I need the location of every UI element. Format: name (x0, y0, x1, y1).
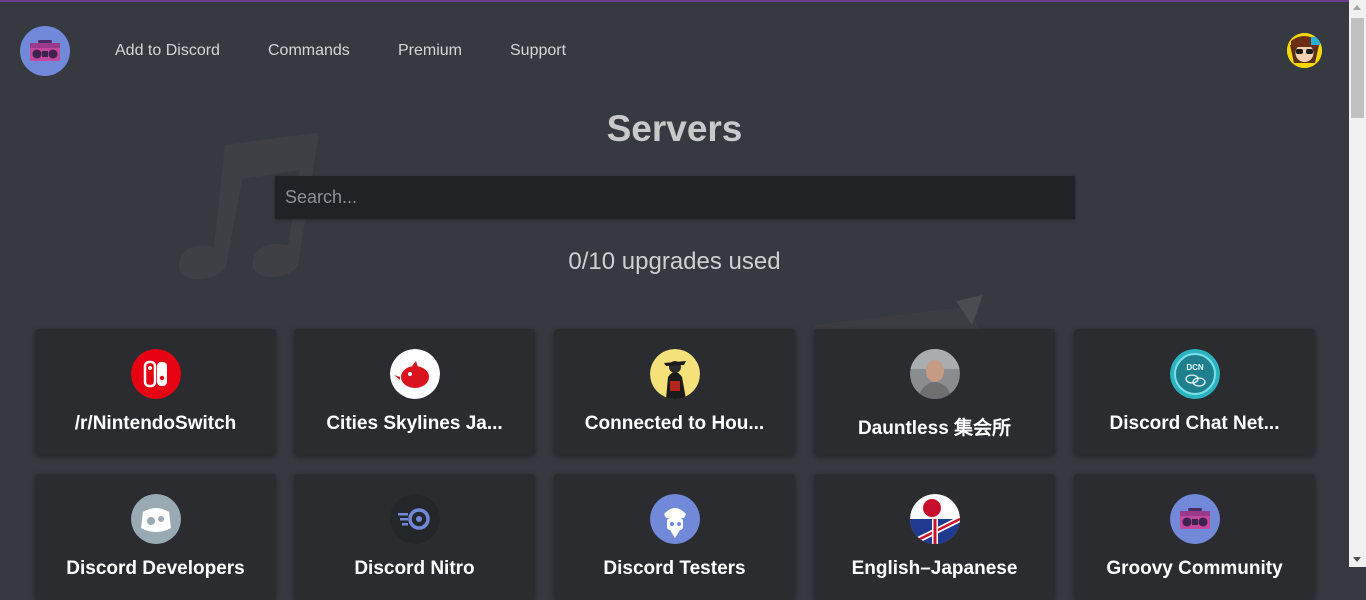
page-title: Servers (606, 108, 743, 149)
server-name: English–Japanese (851, 558, 1018, 579)
scrollbar-thumb[interactable] (1351, 18, 1364, 118)
server-name: Discord Developers (66, 558, 245, 579)
server-card[interactable]: Dauntless 集会所 (814, 329, 1055, 455)
server-card[interactable]: Connected to Hou... (554, 329, 795, 455)
scroll-up-arrow-icon[interactable] (1353, 5, 1361, 10)
server-card[interactable]: English–Japanese (814, 474, 1055, 600)
server-card[interactable]: Discord Nitro (294, 474, 535, 600)
server-name: Cities Skylines Ja... (326, 413, 503, 434)
nav-premium[interactable]: Premium (398, 42, 462, 60)
server-card[interactable]: /r/NintendoSwitch (35, 329, 276, 455)
server-name: Discord Testers (603, 558, 746, 579)
red-bird-icon (390, 349, 440, 399)
scroll-down-arrow-icon[interactable] (1353, 557, 1361, 562)
nav-support[interactable]: Support (510, 42, 566, 60)
vertical-scrollbar[interactable] (1349, 0, 1366, 567)
server-name: Discord Chat Net... (1109, 413, 1280, 434)
discord-tester-icon (650, 494, 700, 544)
server-name: /r/NintendoSwitch (74, 413, 237, 434)
server-card[interactable]: Groovy Community (1074, 474, 1315, 600)
dcn-icon: DCN (1170, 349, 1220, 399)
server-search-input[interactable] (275, 176, 1075, 219)
nav-add-to-discord[interactable]: Add to Discord (115, 42, 220, 60)
nav-commands[interactable]: Commands (268, 42, 350, 60)
svg-text:DCN: DCN (1186, 363, 1204, 372)
user-avatar[interactable] (1287, 33, 1322, 68)
server-name: Discord Nitro (354, 558, 475, 579)
boombox-logo[interactable] (20, 26, 70, 76)
server-name: Dauntless 集会所 (857, 418, 1012, 439)
server-name: Groovy Community (1106, 558, 1283, 579)
user-avatar-icon (1287, 33, 1322, 68)
person-photo-icon (910, 349, 960, 399)
boombox-icon (1170, 494, 1220, 544)
upgrades-used-status: 0/10 upgrades used (568, 248, 781, 275)
boombox-icon (30, 40, 60, 61)
server-card[interactable]: Discord Testers (554, 474, 795, 600)
uk-japan-flag-icon (910, 494, 960, 544)
discord-gears-icon (131, 494, 181, 544)
server-card[interactable]: Cities Skylines Ja... (294, 329, 535, 455)
top-navigation: Add to Discord Commands Premium Support (0, 2, 1349, 100)
nitro-icon (390, 494, 440, 544)
server-card[interactable]: DCN Discord Chat Net... (1074, 329, 1315, 455)
server-name: Connected to Hou... (584, 413, 765, 434)
nintendo-switch-icon (131, 349, 181, 399)
samurai-icon (650, 349, 700, 399)
server-card[interactable]: Discord Developers (35, 474, 276, 600)
